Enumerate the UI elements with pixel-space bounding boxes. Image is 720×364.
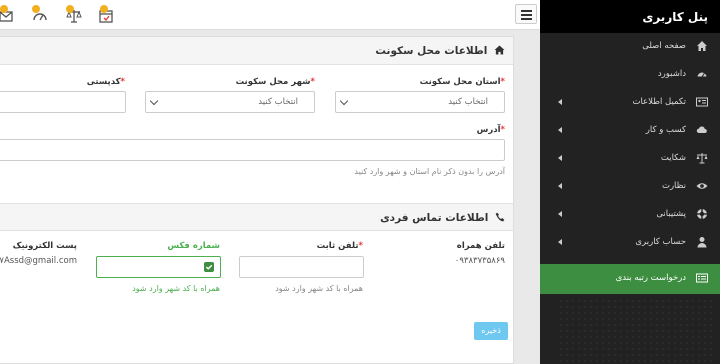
sidebar-item-home[interactable]: صفحه اصلی: [540, 33, 720, 61]
chevron-left-icon: [558, 155, 562, 161]
eye-icon: [696, 183, 708, 189]
sidebar-item-label: شکایت: [660, 153, 686, 163]
list-icon: [696, 273, 708, 283]
scale-notification-icon[interactable]: [66, 5, 86, 23]
chevron-down-icon: [149, 96, 159, 106]
postal-code-input[interactable]: [0, 91, 126, 113]
residence-section-title: اطلاعات محل سکونت: [375, 45, 488, 57]
sidebar-item-business[interactable]: کسب و کار: [540, 117, 720, 145]
chevron-left-icon: [558, 99, 562, 105]
sidebar-item-label: کسب و کار: [645, 125, 686, 135]
sidebar-item-label: پشتیبانی: [656, 209, 686, 219]
cloud-icon: [696, 126, 707, 133]
dashboard-notification-icon[interactable]: [32, 5, 52, 23]
fax-input[interactable]: [96, 256, 221, 278]
chevron-down-icon: [339, 96, 349, 106]
sidebar-item-supervision[interactable]: نظارت: [540, 173, 720, 201]
contact-section-header: اطلاعات تماس فردی: [0, 203, 513, 231]
email-label: پست الکترونیک: [12, 241, 77, 251]
landline-input[interactable]: [239, 256, 364, 278]
sidebar-item-support[interactable]: پشتیبانی: [540, 201, 720, 229]
phone-icon: [495, 212, 505, 222]
fax-hint: همراه با کد شهر وارد شود: [132, 284, 220, 293]
sidebar-item-label: تکمیل اطلاعات: [632, 97, 686, 107]
chevron-left-icon: [558, 183, 562, 189]
sidebar-item-label: حساب کاربری: [635, 237, 686, 247]
contact-section-title: اطلاعات تماس فردی: [380, 212, 489, 224]
address-hint: آدرس را بدون ذکر نام استان و شهر وارد کن…: [354, 167, 505, 176]
main-card: اطلاعات محل سکونت استان محل سکونت* انتخا…: [0, 36, 514, 364]
home-icon: [697, 41, 707, 51]
chevron-left-icon: [558, 211, 562, 217]
mail-notification-icon[interactable]: [0, 5, 18, 23]
address-label: آدرس*: [476, 125, 505, 135]
top-bar: [0, 0, 540, 30]
calendar-notification-icon[interactable]: [98, 5, 118, 23]
sidebar-item-label: نظارت: [661, 181, 686, 191]
sidebar-title: پنل کاربری: [540, 0, 720, 33]
sidebar-item-label: داشبورد: [657, 69, 686, 79]
sidebar: پنل کاربری صفحه اصلی داشبورد تکمیل اطلاع…: [540, 0, 720, 364]
postal-code-label: کدپستی*: [86, 77, 125, 87]
landline-hint: همراه با کد شهر وارد شود: [275, 284, 363, 293]
id-card-icon: [696, 97, 708, 107]
sidebar-item-complaint[interactable]: شکایت: [540, 145, 720, 173]
chevron-left-icon: [558, 127, 562, 133]
sidebar-item-label: صفحه اصلی: [642, 41, 686, 51]
home-icon: [494, 45, 505, 55]
scale-icon: [696, 153, 708, 164]
user-icon: [697, 237, 707, 248]
dashboard-icon: [696, 71, 708, 78]
address-input[interactable]: [0, 139, 505, 161]
menu-toggle-button[interactable]: [515, 4, 537, 24]
sidebar-item-label: درخواست رتبه بندی: [615, 273, 686, 283]
province-select[interactable]: انتخاب کنید: [335, 91, 505, 113]
lifebuoy-icon: [696, 208, 708, 220]
city-select[interactable]: انتخاب کنید: [145, 91, 315, 113]
sidebar-item-rating-request[interactable]: درخواست رتبه بندی: [540, 264, 720, 294]
sidebar-item-account[interactable]: حساب کاربری: [540, 229, 720, 257]
fax-label: شماره فکس: [167, 241, 220, 251]
email-value: ۶۷Assd@gmail.com: [0, 256, 77, 266]
sidebar-item-dashboard[interactable]: داشبورد: [540, 61, 720, 89]
save-button[interactable]: ذخیره: [474, 322, 508, 340]
landline-label: تلفن ثابت*: [316, 241, 363, 251]
mobile-label: تلفن همراه: [456, 241, 505, 251]
city-label: شهر محل سکونت*: [235, 77, 315, 87]
chevron-left-icon: [558, 239, 562, 245]
valid-check-icon: [204, 262, 214, 272]
residence-section-header: اطلاعات محل سکونت: [0, 37, 513, 65]
province-label: استان محل سکونت*: [419, 77, 505, 87]
sidebar-decoration: [558, 298, 714, 364]
mobile-value: ۰۹۳۸۳۷۳۵۸۶۹: [454, 256, 505, 266]
sidebar-item-complete-info[interactable]: تکمیل اطلاعات: [540, 89, 720, 117]
